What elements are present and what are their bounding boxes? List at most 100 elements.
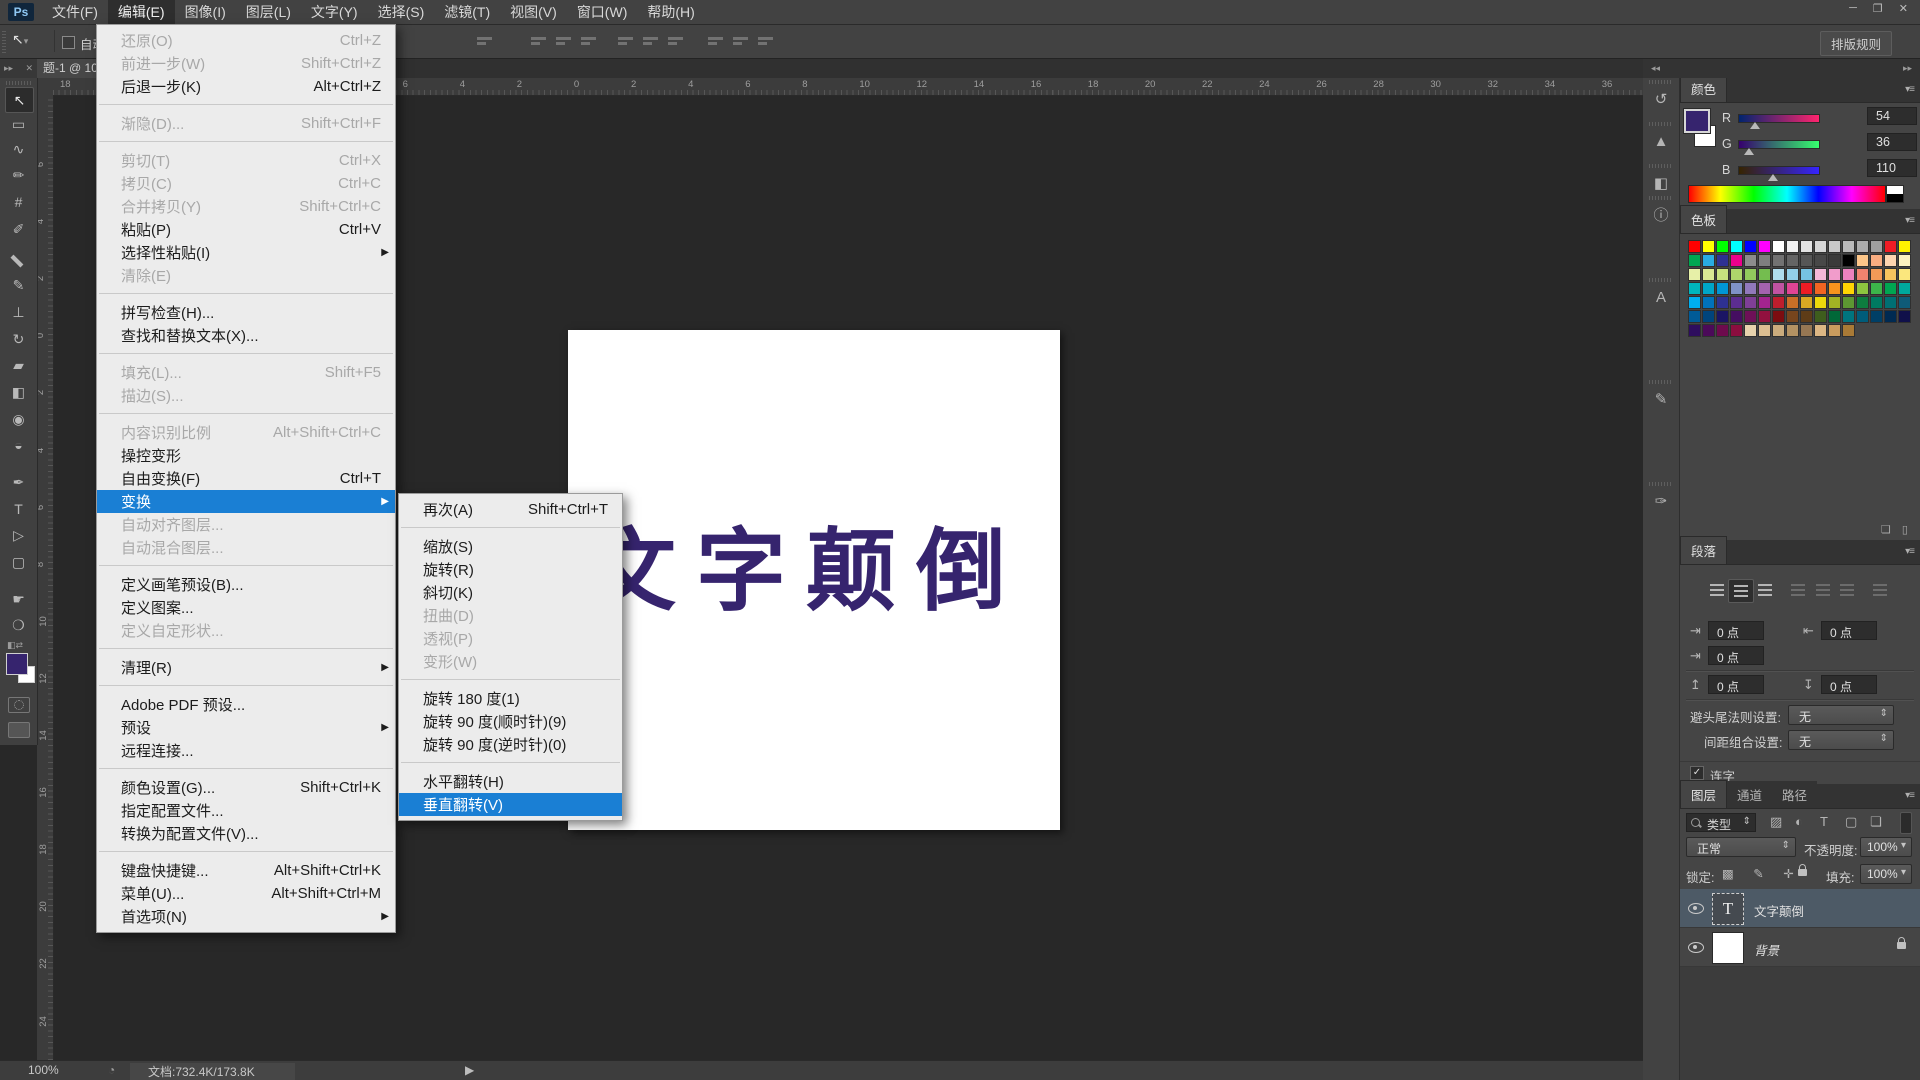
justify-all-button[interactable] [1868, 579, 1892, 601]
zoom-tool[interactable]: ❍ [5, 613, 32, 637]
color-swatch[interactable] [1800, 296, 1813, 309]
marquee-tool[interactable]: ▭ [5, 112, 32, 136]
color-swatch[interactable] [1702, 240, 1715, 253]
color-swatch[interactable] [1758, 240, 1771, 253]
screen-mode-button[interactable] [8, 722, 30, 738]
color-swatch[interactable] [1842, 296, 1855, 309]
panel-menu-icon[interactable]: ▾≡ [1905, 215, 1914, 226]
color-swatch[interactable] [1898, 310, 1911, 323]
color-swatch[interactable] [1702, 268, 1715, 281]
filter-adjustment-icon[interactable]: ◐ [1795, 814, 1803, 829]
edit-menu-item-19[interactable]: 内容识别比例Alt+Shift+Ctrl+C [97, 421, 395, 444]
ruler-corner[interactable] [37, 78, 54, 96]
color-swatch[interactable] [1702, 310, 1715, 323]
channel-slider[interactable] [1738, 166, 1820, 175]
color-swatch[interactable] [1800, 268, 1813, 281]
color-swatch[interactable] [1730, 254, 1743, 267]
color-swatch[interactable] [1884, 296, 1897, 309]
edit-menu-item-6[interactable]: 剪切(T)Ctrl+X [97, 149, 395, 172]
space-after-field[interactable]: 0 点 [1821, 675, 1877, 694]
shape-tool[interactable]: ▢ [5, 550, 32, 574]
color-swatch[interactable] [1688, 324, 1701, 337]
transform-submenu-item-14[interactable]: 垂直翻转(V) [399, 793, 622, 816]
collapse-strip-icon[interactable]: ◂◂ [1651, 63, 1660, 74]
color-swatch[interactable] [1786, 310, 1799, 323]
color-swatch[interactable] [1730, 240, 1743, 253]
collapse-dock-icon[interactable]: ▸▸ [1903, 63, 1912, 74]
maximize-icon[interactable]: ❐ [1873, 2, 1883, 15]
menubar-item-9[interactable]: 帮助(H) [637, 0, 704, 25]
edit-menu-item-24[interactable]: 自动混合图层... [97, 536, 395, 559]
align-left-button[interactable] [1705, 579, 1729, 601]
edit-menu-item-13[interactable]: 拼写检查(H)... [97, 301, 395, 324]
color-swatch[interactable] [1828, 254, 1841, 267]
color-swatch[interactable] [1688, 254, 1701, 267]
color-swatch[interactable] [1744, 240, 1757, 253]
edit-menu-item-30[interactable]: 清理(R)▶ [97, 656, 395, 679]
edit-menu-item-11[interactable]: 清除(E) [97, 264, 395, 287]
layer-visibility-icon[interactable] [1688, 942, 1704, 953]
color-swatch[interactable] [1786, 254, 1799, 267]
color-swatch[interactable] [1842, 240, 1855, 253]
color-swatch[interactable] [1786, 240, 1799, 253]
edit-menu-item-16[interactable]: 填充(L)...Shift+F5 [97, 361, 395, 384]
color-swatch[interactable] [1870, 310, 1883, 323]
justify-last-left-button[interactable] [1786, 579, 1810, 601]
color-swatch[interactable] [1786, 324, 1799, 337]
histogram-panel-icon[interactable]: ▲ [1643, 130, 1679, 154]
color-swatch[interactable] [1898, 240, 1911, 253]
color-swatch[interactable] [1772, 254, 1785, 267]
space-before-field[interactable]: 0 点 [1708, 675, 1764, 694]
align-center-button[interactable] [1728, 579, 1754, 603]
color-swatch[interactable] [1800, 282, 1813, 295]
justify-last-right-button[interactable] [1835, 579, 1859, 601]
color-swatch[interactable] [1758, 324, 1771, 337]
color-swatch[interactable] [1800, 254, 1813, 267]
gradient-tool[interactable]: ◧ [5, 380, 32, 404]
transform-submenu-item-0[interactable]: 再次(A)Shift+Ctrl+T [399, 498, 622, 521]
tab-channels[interactable]: 通道 [1727, 781, 1772, 808]
channel-value-field[interactable]: 36 [1867, 133, 1917, 151]
edit-menu-item-14[interactable]: 查找和替换文本(X)... [97, 324, 395, 347]
color-swatch[interactable] [1730, 282, 1743, 295]
panel-menu-icon[interactable]: ▾≡ [1905, 790, 1914, 801]
dodge-tool[interactable]: ◒ [5, 433, 32, 457]
tab-layers[interactable]: 图层 [1680, 780, 1727, 808]
menubar-item-4[interactable]: 文字(Y) [301, 0, 368, 25]
pen-tool[interactable]: ✒ [5, 470, 32, 494]
color-swatch[interactable] [1716, 296, 1729, 309]
panel-menu-icon[interactable]: ▾≡ [1905, 84, 1914, 95]
color-swatch[interactable] [1702, 324, 1715, 337]
color-swatch[interactable] [1856, 282, 1869, 295]
edit-menu-item-21[interactable]: 自由变换(F)Ctrl+T [97, 467, 395, 490]
layer-filter-toggle[interactable] [1900, 812, 1912, 834]
edit-menu-item-10[interactable]: 选择性粘贴(I)▶ [97, 241, 395, 264]
tab-paragraph[interactable]: 段落 [1680, 536, 1727, 564]
lasso-tool[interactable]: ∿ [5, 137, 32, 161]
transform-submenu-item-2[interactable]: 缩放(S) [399, 535, 622, 558]
transform-submenu-item-3[interactable]: 旋转(R) [399, 558, 622, 581]
close-icon[interactable]: ✕ [1899, 2, 1908, 15]
eraser-tool[interactable]: ▰ [5, 353, 32, 377]
panel-menu-icon[interactable]: ▾≡ [1905, 546, 1914, 557]
swatches-footer-buttons[interactable]: ❏ ▯ [1881, 523, 1912, 536]
color-swatch[interactable] [1772, 310, 1785, 323]
edit-menu-item-37[interactable]: 指定配置文件... [97, 799, 395, 822]
color-swatch[interactable] [1716, 310, 1729, 323]
layer-row-background[interactable]: 背景 [1680, 928, 1920, 967]
opacity-field[interactable]: 100%▾ [1860, 837, 1912, 857]
color-swatch[interactable] [1688, 282, 1701, 295]
menubar-item-2[interactable]: 图像(I) [175, 0, 236, 25]
color-swatch[interactable] [1828, 296, 1841, 309]
edit-menu-item-22[interactable]: 变换▶ [97, 490, 395, 513]
color-swatch[interactable] [1856, 296, 1869, 309]
color-spectrum-ramp[interactable] [1688, 185, 1886, 203]
color-swatch[interactable] [1898, 268, 1911, 281]
mojikumi-dropdown[interactable]: 无⇕ [1788, 730, 1894, 750]
quick-mask-button[interactable] [8, 697, 30, 713]
color-swatch[interactable] [1744, 268, 1757, 281]
color-swatch[interactable] [1758, 310, 1771, 323]
color-swatch[interactable] [1814, 324, 1827, 337]
transform-submenu-item-11[interactable]: 旋转 90 度(逆时针)(0) [399, 733, 622, 756]
spectrum-white-black[interactable] [1886, 185, 1904, 203]
